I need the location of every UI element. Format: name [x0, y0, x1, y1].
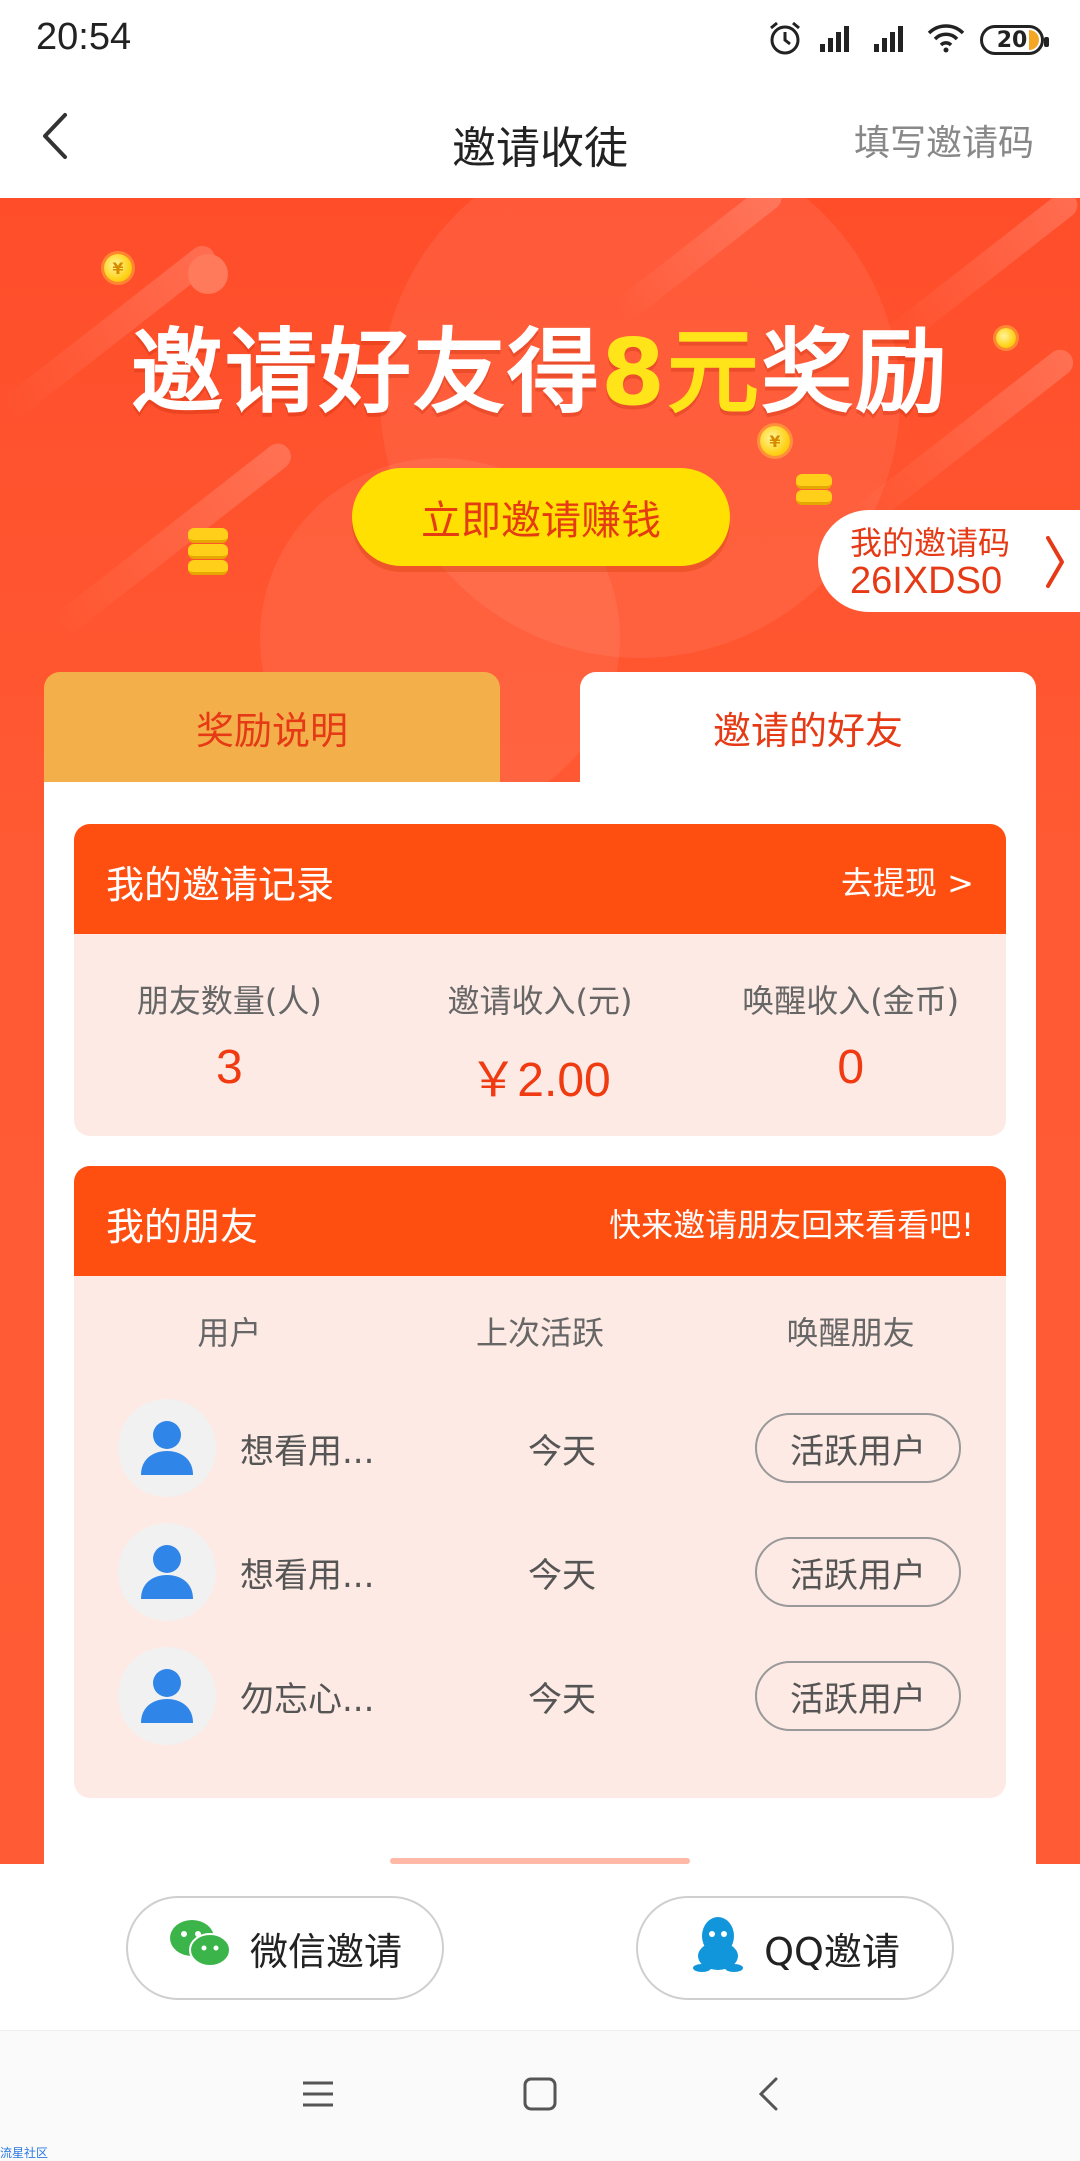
- stat-invite-income: 邀请收入(元) ￥2.00: [385, 934, 696, 1134]
- chevron-right-icon: [1044, 534, 1066, 594]
- stat-label: 朋友数量(人): [136, 982, 322, 1020]
- signal-icon: [872, 22, 912, 58]
- status-icons: 20: [766, 18, 1049, 62]
- my-friends-header: 我的朋友 快来邀请朋友回来看看吧!: [74, 1166, 1006, 1276]
- tab-reward-rules[interactable]: 奖励说明: [44, 672, 500, 782]
- headline-prefix: 邀请好友得: [130, 319, 601, 426]
- battery-level: 20: [996, 27, 1028, 53]
- stat-wake-income: 唤醒收入(金币) 0: [695, 934, 1006, 1134]
- friend-name: 勿忘心...: [240, 1679, 375, 1720]
- home-icon: [522, 2076, 558, 2116]
- active-user-button[interactable]: 活跃用户: [755, 1537, 961, 1607]
- my-friends-subtitle: 快来邀请朋友回来看看吧!: [609, 1206, 974, 1244]
- user-icon: [141, 1669, 193, 1723]
- status-bar: 20:54 20: [0, 0, 1080, 78]
- my-friends-title: 我的朋友: [106, 1205, 259, 1249]
- coin-stack-icon: [796, 474, 832, 506]
- friend-action-cell: 活跃用户: [710, 1661, 1006, 1731]
- friend-user: 想看用...: [74, 1523, 414, 1621]
- wifi-icon: [926, 22, 966, 58]
- qq-icon: [690, 1914, 746, 1983]
- user-icon: [141, 1421, 193, 1475]
- stat-value: 3: [215, 1041, 243, 1094]
- user-icon: [141, 1545, 193, 1599]
- battery-icon: 20: [980, 25, 1049, 55]
- friend-row: 想看用... 今天 活跃用户: [74, 1510, 1006, 1634]
- wechat-invite-label: 微信邀请: [249, 1929, 402, 1974]
- stat-value: ￥2.00: [469, 1054, 611, 1107]
- friend-last-active: 今天: [528, 1555, 596, 1596]
- menu-button[interactable]: [280, 2061, 356, 2131]
- tab-invited-friends[interactable]: 邀请的好友: [580, 672, 1036, 782]
- stat-value: 0: [837, 1041, 865, 1094]
- withdraw-link[interactable]: 去提现 >: [841, 858, 974, 904]
- stat-friend-count: 朋友数量(人) 3: [74, 934, 385, 1134]
- friend-action-cell: 活跃用户: [710, 1413, 1006, 1483]
- status-time: 20:54: [36, 16, 132, 58]
- avatar: [118, 1523, 216, 1621]
- avatar: [118, 1647, 216, 1745]
- qq-invite-label: QQ邀请: [764, 1929, 900, 1974]
- back-triangle-icon: [756, 2076, 780, 2116]
- watermark: 流星社区: [0, 2146, 49, 2160]
- friend-last-active: 今天: [528, 1679, 596, 1720]
- decorative-streak: [43, 438, 297, 644]
- decorative-ball: [188, 254, 228, 294]
- stat-label: 邀请收入(元): [447, 982, 633, 1020]
- my-friends-card: 我的朋友 快来邀请朋友回来看看吧! 用户 上次活跃 唤醒朋友 想看用... 今天…: [74, 1166, 1006, 1798]
- enter-invite-code-link[interactable]: 填写邀请码: [854, 114, 1034, 166]
- headline-amount: 8元: [600, 319, 761, 426]
- menu-icon: [300, 2079, 336, 2113]
- headline-suffix: 奖励: [761, 319, 950, 426]
- home-button[interactable]: [502, 2061, 578, 2131]
- coin-stack-icon: [188, 528, 228, 576]
- stat-label: 唤醒收入(金币): [742, 982, 960, 1020]
- friend-last-active: 今天: [528, 1431, 596, 1472]
- column-header-user: 用户: [197, 1314, 262, 1352]
- system-nav-bar: 流星社区: [0, 2030, 1080, 2161]
- wechat-invite-button[interactable]: 微信邀请: [126, 1896, 444, 2000]
- invite-records-card: 我的邀请记录 去提现 > 朋友数量(人) 3 邀请收入(元) ￥2.00 唤醒收…: [74, 824, 1006, 1136]
- invite-stats: 朋友数量(人) 3 邀请收入(元) ￥2.00 唤醒收入(金币) 0: [74, 934, 1006, 1134]
- my-invite-code-card[interactable]: 我的邀请码 26IXDS0: [818, 510, 1080, 612]
- column-header-wake: 唤醒朋友: [786, 1314, 915, 1352]
- invite-records-title: 我的邀请记录: [106, 863, 335, 907]
- friends-column-headers: 用户 上次活跃 唤醒朋友: [74, 1276, 1006, 1386]
- column-header-last-active: 上次活跃: [476, 1314, 605, 1352]
- friend-row: 勿忘心... 今天 活跃用户: [74, 1634, 1006, 1758]
- signal-icon: [818, 22, 858, 58]
- avatar: [118, 1399, 216, 1497]
- coin-icon: ¥: [104, 254, 132, 282]
- invite-code-value: 26IXDS0: [850, 560, 1003, 602]
- friend-name: 想看用...: [240, 1431, 375, 1472]
- friend-name: 想看用...: [240, 1555, 375, 1596]
- share-bar: 微信邀请 QQ邀请: [0, 1864, 1080, 2030]
- next-section-peek: [370, 1848, 710, 1864]
- qq-invite-button[interactable]: QQ邀请: [636, 1896, 954, 2000]
- invite-now-button[interactable]: 立即邀请赚钱: [352, 468, 730, 566]
- wechat-icon: [168, 1918, 232, 1979]
- invite-code-label: 我的邀请码: [850, 524, 1011, 562]
- app-header: 邀请收徒 填写邀请码: [0, 78, 1080, 199]
- active-user-button[interactable]: 活跃用户: [755, 1413, 961, 1483]
- friend-action-cell: 活跃用户: [710, 1537, 1006, 1607]
- active-user-button[interactable]: 活跃用户: [755, 1661, 961, 1731]
- banner-headline: 邀请好友得8元奖励: [0, 298, 1080, 431]
- invite-records-header: 我的邀请记录 去提现 >: [74, 824, 1006, 934]
- friend-row: 想看用... 今天 活跃用户: [74, 1386, 1006, 1510]
- friend-user: 想看用...: [74, 1399, 414, 1497]
- system-back-button[interactable]: [730, 2061, 806, 2131]
- friend-user: 勿忘心...: [74, 1647, 414, 1745]
- alarm-icon: [766, 19, 804, 61]
